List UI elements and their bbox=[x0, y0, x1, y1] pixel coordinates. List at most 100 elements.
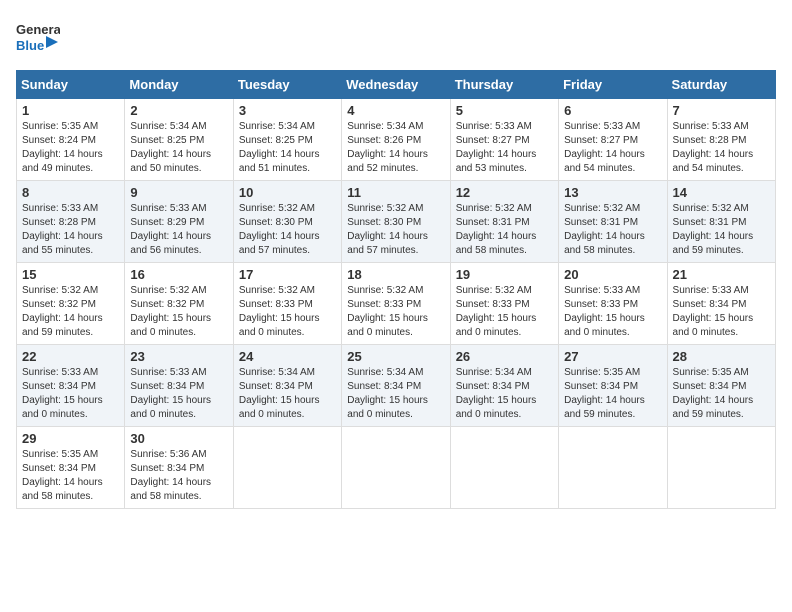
day-number: 16 bbox=[130, 267, 227, 282]
day-info: Sunrise: 5:34 AMSunset: 8:26 PMDaylight:… bbox=[347, 120, 444, 176]
day-number: 22 bbox=[22, 349, 119, 364]
calendar-cell: 12 Sunrise: 5:32 AMSunset: 8:31 PMDaylig… bbox=[450, 181, 558, 263]
day-info: Sunrise: 5:33 AMSunset: 8:34 PMDaylight:… bbox=[130, 366, 227, 422]
calendar-cell: 2 Sunrise: 5:34 AMSunset: 8:25 PMDayligh… bbox=[125, 99, 233, 181]
day-number: 3 bbox=[239, 103, 336, 118]
day-info: Sunrise: 5:32 AMSunset: 8:33 PMDaylight:… bbox=[239, 284, 336, 340]
day-number: 10 bbox=[239, 185, 336, 200]
day-number: 18 bbox=[347, 267, 444, 282]
day-info: Sunrise: 5:33 AMSunset: 8:34 PMDaylight:… bbox=[22, 366, 119, 422]
day-number: 23 bbox=[130, 349, 227, 364]
day-number: 4 bbox=[347, 103, 444, 118]
day-info: Sunrise: 5:33 AMSunset: 8:29 PMDaylight:… bbox=[130, 202, 227, 258]
weekday-header: Wednesday bbox=[342, 71, 450, 99]
day-info: Sunrise: 5:34 AMSunset: 8:34 PMDaylight:… bbox=[456, 366, 553, 422]
page-header: General Blue bbox=[16, 16, 776, 60]
day-info: Sunrise: 5:35 AMSunset: 8:24 PMDaylight:… bbox=[22, 120, 119, 176]
day-info: Sunrise: 5:35 AMSunset: 8:34 PMDaylight:… bbox=[22, 448, 119, 504]
calendar-cell: 28 Sunrise: 5:35 AMSunset: 8:34 PMDaylig… bbox=[667, 345, 775, 427]
weekday-header: Tuesday bbox=[233, 71, 341, 99]
svg-text:General: General bbox=[16, 22, 60, 37]
calendar-cell: 1 Sunrise: 5:35 AMSunset: 8:24 PMDayligh… bbox=[17, 99, 125, 181]
calendar-cell bbox=[559, 427, 667, 509]
calendar-week-row: 15 Sunrise: 5:32 AMSunset: 8:32 PMDaylig… bbox=[17, 263, 776, 345]
calendar-cell: 14 Sunrise: 5:32 AMSunset: 8:31 PMDaylig… bbox=[667, 181, 775, 263]
day-number: 9 bbox=[130, 185, 227, 200]
calendar-cell: 23 Sunrise: 5:33 AMSunset: 8:34 PMDaylig… bbox=[125, 345, 233, 427]
calendar-cell: 27 Sunrise: 5:35 AMSunset: 8:34 PMDaylig… bbox=[559, 345, 667, 427]
weekday-header-row: SundayMondayTuesdayWednesdayThursdayFrid… bbox=[17, 71, 776, 99]
calendar-cell: 5 Sunrise: 5:33 AMSunset: 8:27 PMDayligh… bbox=[450, 99, 558, 181]
day-number: 20 bbox=[564, 267, 661, 282]
day-info: Sunrise: 5:32 AMSunset: 8:31 PMDaylight:… bbox=[456, 202, 553, 258]
day-info: Sunrise: 5:32 AMSunset: 8:30 PMDaylight:… bbox=[347, 202, 444, 258]
calendar-cell: 29 Sunrise: 5:35 AMSunset: 8:34 PMDaylig… bbox=[17, 427, 125, 509]
day-number: 12 bbox=[456, 185, 553, 200]
calendar-cell: 10 Sunrise: 5:32 AMSunset: 8:30 PMDaylig… bbox=[233, 181, 341, 263]
calendar-week-row: 1 Sunrise: 5:35 AMSunset: 8:24 PMDayligh… bbox=[17, 99, 776, 181]
calendar-cell: 11 Sunrise: 5:32 AMSunset: 8:30 PMDaylig… bbox=[342, 181, 450, 263]
calendar-cell: 13 Sunrise: 5:32 AMSunset: 8:31 PMDaylig… bbox=[559, 181, 667, 263]
day-number: 29 bbox=[22, 431, 119, 446]
calendar-cell: 7 Sunrise: 5:33 AMSunset: 8:28 PMDayligh… bbox=[667, 99, 775, 181]
day-info: Sunrise: 5:34 AMSunset: 8:34 PMDaylight:… bbox=[239, 366, 336, 422]
day-number: 15 bbox=[22, 267, 119, 282]
day-info: Sunrise: 5:34 AMSunset: 8:34 PMDaylight:… bbox=[347, 366, 444, 422]
weekday-header: Sunday bbox=[17, 71, 125, 99]
weekday-header: Monday bbox=[125, 71, 233, 99]
calendar-cell: 8 Sunrise: 5:33 AMSunset: 8:28 PMDayligh… bbox=[17, 181, 125, 263]
day-number: 6 bbox=[564, 103, 661, 118]
day-number: 5 bbox=[456, 103, 553, 118]
day-number: 11 bbox=[347, 185, 444, 200]
day-number: 21 bbox=[673, 267, 770, 282]
calendar-cell bbox=[233, 427, 341, 509]
day-number: 19 bbox=[456, 267, 553, 282]
day-number: 25 bbox=[347, 349, 444, 364]
day-info: Sunrise: 5:33 AMSunset: 8:28 PMDaylight:… bbox=[673, 120, 770, 176]
day-info: Sunrise: 5:33 AMSunset: 8:34 PMDaylight:… bbox=[673, 284, 770, 340]
day-info: Sunrise: 5:33 AMSunset: 8:27 PMDaylight:… bbox=[456, 120, 553, 176]
day-info: Sunrise: 5:32 AMSunset: 8:33 PMDaylight:… bbox=[456, 284, 553, 340]
day-info: Sunrise: 5:32 AMSunset: 8:32 PMDaylight:… bbox=[22, 284, 119, 340]
day-number: 30 bbox=[130, 431, 227, 446]
day-info: Sunrise: 5:32 AMSunset: 8:30 PMDaylight:… bbox=[239, 202, 336, 258]
calendar-cell bbox=[342, 427, 450, 509]
day-number: 14 bbox=[673, 185, 770, 200]
day-info: Sunrise: 5:34 AMSunset: 8:25 PMDaylight:… bbox=[130, 120, 227, 176]
calendar-cell: 16 Sunrise: 5:32 AMSunset: 8:32 PMDaylig… bbox=[125, 263, 233, 345]
day-number: 24 bbox=[239, 349, 336, 364]
day-number: 28 bbox=[673, 349, 770, 364]
calendar-cell: 18 Sunrise: 5:32 AMSunset: 8:33 PMDaylig… bbox=[342, 263, 450, 345]
logo-svg: General Blue bbox=[16, 16, 60, 60]
calendar-week-row: 29 Sunrise: 5:35 AMSunset: 8:34 PMDaylig… bbox=[17, 427, 776, 509]
day-info: Sunrise: 5:32 AMSunset: 8:32 PMDaylight:… bbox=[130, 284, 227, 340]
calendar-cell: 3 Sunrise: 5:34 AMSunset: 8:25 PMDayligh… bbox=[233, 99, 341, 181]
day-number: 13 bbox=[564, 185, 661, 200]
day-info: Sunrise: 5:33 AMSunset: 8:27 PMDaylight:… bbox=[564, 120, 661, 176]
day-info: Sunrise: 5:33 AMSunset: 8:28 PMDaylight:… bbox=[22, 202, 119, 258]
calendar-cell: 26 Sunrise: 5:34 AMSunset: 8:34 PMDaylig… bbox=[450, 345, 558, 427]
day-info: Sunrise: 5:32 AMSunset: 8:31 PMDaylight:… bbox=[673, 202, 770, 258]
calendar-cell: 9 Sunrise: 5:33 AMSunset: 8:29 PMDayligh… bbox=[125, 181, 233, 263]
weekday-header: Thursday bbox=[450, 71, 558, 99]
calendar-cell bbox=[450, 427, 558, 509]
svg-text:Blue: Blue bbox=[16, 38, 44, 53]
day-number: 1 bbox=[22, 103, 119, 118]
day-info: Sunrise: 5:32 AMSunset: 8:33 PMDaylight:… bbox=[347, 284, 444, 340]
calendar-cell: 25 Sunrise: 5:34 AMSunset: 8:34 PMDaylig… bbox=[342, 345, 450, 427]
weekday-header: Friday bbox=[559, 71, 667, 99]
day-number: 8 bbox=[22, 185, 119, 200]
day-info: Sunrise: 5:32 AMSunset: 8:31 PMDaylight:… bbox=[564, 202, 661, 258]
calendar-week-row: 22 Sunrise: 5:33 AMSunset: 8:34 PMDaylig… bbox=[17, 345, 776, 427]
day-info: Sunrise: 5:34 AMSunset: 8:25 PMDaylight:… bbox=[239, 120, 336, 176]
logo: General Blue bbox=[16, 16, 60, 60]
calendar-cell: 22 Sunrise: 5:33 AMSunset: 8:34 PMDaylig… bbox=[17, 345, 125, 427]
calendar-cell: 6 Sunrise: 5:33 AMSunset: 8:27 PMDayligh… bbox=[559, 99, 667, 181]
day-number: 26 bbox=[456, 349, 553, 364]
day-number: 27 bbox=[564, 349, 661, 364]
calendar-cell: 15 Sunrise: 5:32 AMSunset: 8:32 PMDaylig… bbox=[17, 263, 125, 345]
calendar-cell: 24 Sunrise: 5:34 AMSunset: 8:34 PMDaylig… bbox=[233, 345, 341, 427]
calendar-cell bbox=[667, 427, 775, 509]
weekday-header: Saturday bbox=[667, 71, 775, 99]
calendar-cell: 30 Sunrise: 5:36 AMSunset: 8:34 PMDaylig… bbox=[125, 427, 233, 509]
